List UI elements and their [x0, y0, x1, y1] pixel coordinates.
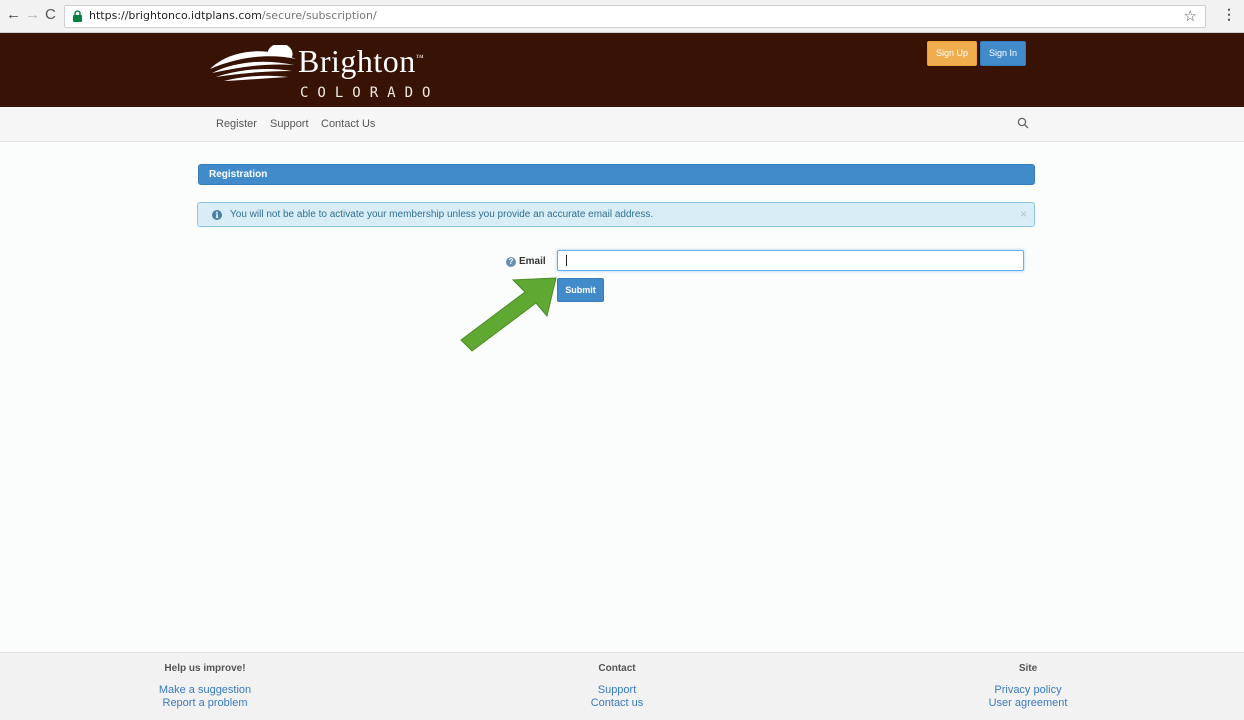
- brighton-logo[interactable]: Brighton™ COLORADO: [208, 41, 448, 103]
- email-input[interactable]: [557, 250, 1024, 271]
- url-host: https://brightonco.idtplans.com: [89, 9, 262, 22]
- footer-heading: Help us improve!: [164, 663, 246, 674]
- brand-text: Brighton: [298, 43, 416, 79]
- url-path: /secure/subscription/: [261, 9, 377, 22]
- panel-title: Registration: [209, 169, 268, 180]
- footer-link-suggestion[interactable]: Make a suggestion: [150, 684, 260, 697]
- footer-link-agreement[interactable]: User agreement: [978, 697, 1078, 710]
- close-icon[interactable]: ×: [1020, 207, 1027, 221]
- brand-subtitle: COLORADO: [300, 85, 440, 101]
- nav-register[interactable]: Register: [216, 118, 257, 130]
- site-footer: Help us improve! Make a suggestion Repor…: [0, 652, 1244, 720]
- footer-link-report[interactable]: Report a problem: [150, 697, 260, 710]
- secondary-nav: Register Support Contact Us: [0, 107, 1244, 142]
- footer-link-privacy[interactable]: Privacy policy: [978, 684, 1078, 697]
- info-icon: i: [212, 210, 222, 220]
- footer-link-contact[interactable]: Contact us: [567, 697, 667, 710]
- reload-button[interactable]: C: [45, 7, 56, 23]
- footer-column-site: Site Privacy policy User agreement: [978, 663, 1078, 710]
- sign-up-button[interactable]: Sign Up: [927, 41, 977, 66]
- forward-button[interactable]: →: [25, 7, 40, 23]
- search-icon[interactable]: [1017, 117, 1029, 129]
- site-header: Brighton™ COLORADO Sign Up Sign In: [0, 33, 1244, 107]
- text-caret: [566, 255, 567, 266]
- lock-icon: [73, 10, 82, 22]
- sign-in-button[interactable]: Sign In: [980, 41, 1026, 66]
- green-arrow-annotation: [460, 277, 557, 352]
- back-button[interactable]: ←: [6, 7, 21, 23]
- browser-menu-icon[interactable]: ⋮: [1222, 6, 1236, 23]
- nav-support[interactable]: Support: [270, 118, 309, 130]
- registration-panel-header: Registration: [198, 164, 1035, 185]
- footer-heading: Contact: [598, 663, 636, 674]
- bookmark-star-icon[interactable]: ☆: [1184, 7, 1197, 25]
- address-bar[interactable]: https://brightonco.idtplans.com/secure/s…: [64, 5, 1206, 28]
- brand-name: Brighton™: [298, 43, 424, 80]
- alert-message: You will not be able to activate your me…: [230, 209, 654, 220]
- browser-toolbar: ← → C https://brightonco.idtplans.com/se…: [0, 0, 1244, 33]
- trademark: ™: [415, 53, 425, 62]
- footer-heading: Site: [1018, 663, 1038, 674]
- nav-contact-us[interactable]: Contact Us: [321, 118, 375, 130]
- email-label: Email: [519, 256, 546, 267]
- submit-button[interactable]: Submit: [557, 278, 604, 302]
- help-icon[interactable]: ?: [506, 257, 516, 267]
- footer-link-support[interactable]: Support: [567, 684, 667, 697]
- logo-swoosh-icon: [210, 45, 296, 81]
- info-alert: i You will not be able to activate your …: [197, 202, 1035, 227]
- footer-column-help: Help us improve! Make a suggestion Repor…: [150, 663, 260, 710]
- url-text: https://brightonco.idtplans.com/secure/s…: [89, 9, 377, 23]
- footer-column-contact: Contact Support Contact us: [567, 663, 667, 710]
